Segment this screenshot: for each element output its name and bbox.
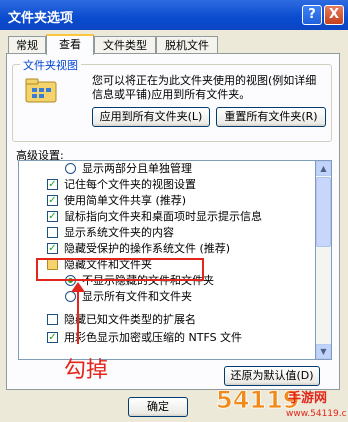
folder-views-description: 您可以将正在为此文件夹使用的视图(例如详细信息或平铺)应用到所有文件夹。 [92,74,317,101]
vertical-scrollbar[interactable]: ▲ ▼ [316,160,332,360]
reset-all-folders-button[interactable]: 重置所有文件夹(R) [216,107,326,127]
tab-offline-files[interactable]: 脱机文件 [156,36,218,53]
checkbox-checked-icon[interactable]: ✓ [47,195,58,206]
scroll-up-icon[interactable]: ▲ [316,161,331,176]
checkbox-checked-icon[interactable]: ✓ [47,179,58,190]
scrollbar-thumb[interactable] [316,177,331,247]
title-bar: 文件夹选项 ? X [0,0,348,30]
scroll-down-icon[interactable]: ▼ [316,344,331,359]
svg-text:手游网: 手游网 [288,390,327,406]
radio-icon[interactable] [65,163,76,174]
checkbox-unchecked-icon[interactable] [47,227,58,238]
ok-button[interactable]: 确定 [128,397,188,417]
tab-strip: 常规 查看 文件类型 脱机文件 [8,34,338,55]
watermark-logo: 54119 手游网 www.54119.cn [216,386,346,419]
apply-to-all-folders-button[interactable]: 应用到所有文件夹(L) [92,107,210,127]
close-button[interactable]: X [324,5,344,25]
radio-icon[interactable] [65,291,76,302]
window-title: 文件夹选项 [8,11,74,26]
folder-view-icon [25,78,57,103]
checkbox-checked-icon[interactable]: ✓ [47,243,58,254]
annotation-highlight-box [36,258,204,281]
checkbox-checked-icon[interactable]: ✓ [47,332,58,343]
tab-file-types[interactable]: 文件类型 [94,36,156,53]
tab-general[interactable]: 常规 [8,36,46,53]
annotation-text: 勾掉 [64,358,109,383]
checkbox-checked-icon[interactable]: ✓ [47,211,58,222]
folder-views-title: 文件夹视图 [20,57,81,73]
help-button[interactable]: ? [302,5,322,25]
checkbox-unchecked-icon[interactable] [47,314,58,325]
annotation-arrow-line [77,288,79,344]
svg-text:www.54119.cn: www.54119.cn [286,409,346,419]
tab-view[interactable]: 查看 [46,34,94,55]
